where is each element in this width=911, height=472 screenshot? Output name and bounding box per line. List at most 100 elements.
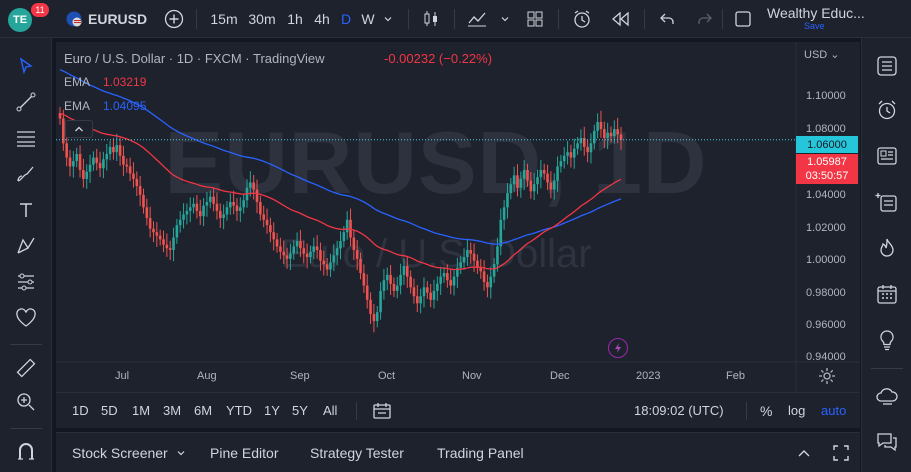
date-tick: Feb (726, 370, 745, 382)
redo-icon[interactable] (692, 0, 718, 38)
expand-panel-icon[interactable] (796, 445, 812, 464)
undo-icon[interactable] (654, 0, 680, 38)
zoom-in-icon[interactable] (12, 388, 40, 416)
candle-body (132, 173, 135, 179)
currency-selector[interactable]: USD ⌄ (804, 48, 840, 61)
magnet-icon[interactable] (12, 438, 40, 466)
candle-body (499, 219, 503, 247)
divider (722, 9, 723, 29)
hotlist-flame-icon[interactable] (873, 234, 901, 262)
range-6m[interactable]: 6M (194, 403, 212, 418)
candle-body (392, 283, 396, 291)
candle-body (135, 178, 139, 186)
pattern-icon[interactable] (12, 232, 40, 260)
candles-chart-type-icon[interactable] (418, 0, 444, 38)
tab-pine-editor[interactable]: Pine Editor (210, 445, 278, 461)
date-tick: Aug (197, 370, 217, 382)
chart-pane[interactable]: EURUSD, 1D Euro / U.S. Dollar Euro / U.S… (56, 42, 860, 392)
tab-stock-screener[interactable]: Stock Screener (72, 445, 168, 461)
range-3m[interactable]: 3M (163, 403, 181, 418)
top-toolbar: TE 11 EURUSD 15m 30m 1h 4h D W Wealthy E… (0, 0, 911, 38)
timeframe-d[interactable]: D (337, 0, 355, 38)
tab-trading-panel[interactable]: Trading Panel (437, 445, 524, 461)
price-chart[interactable] (56, 42, 860, 392)
symbol-search[interactable]: EURUSD (88, 11, 147, 27)
range-ytd[interactable]: YTD (226, 403, 252, 418)
lightning-icon[interactable] (608, 338, 628, 358)
log-scale-toggle[interactable]: log (788, 403, 805, 418)
alarm-clock-icon[interactable] (873, 96, 901, 124)
chart-settings-gear-icon[interactable] (818, 367, 836, 388)
candle-body (192, 203, 195, 208)
collapse-legend-button[interactable] (65, 120, 93, 138)
range-5d[interactable]: 5D (101, 403, 118, 418)
utc-clock[interactable]: 18:09:02 (UTC) (634, 403, 724, 418)
maximize-panel-icon[interactable] (832, 444, 850, 465)
layout-name[interactable]: Wealthy Educ... (767, 5, 865, 21)
timeframe-w[interactable]: W (358, 0, 378, 38)
candle-body (165, 244, 169, 249)
candle-body (352, 237, 356, 250)
candle-body (212, 196, 215, 204)
text-tool-icon[interactable] (12, 196, 40, 224)
percent-scale-toggle[interactable]: % (760, 403, 772, 419)
candle-body (405, 266, 409, 277)
legend-title[interactable]: Euro / U.S. Dollar · 1D · FXCM · Trading… (64, 51, 325, 66)
range-bar: 1D 5D 1M 3M 6M YTD 1Y 5Y All 18:09:02 (U… (56, 392, 860, 428)
prediction-measure-icon[interactable] (12, 268, 40, 296)
candle-body (562, 155, 566, 162)
candle-body (526, 170, 529, 181)
candle-body (489, 276, 493, 288)
chats-icon[interactable] (873, 428, 901, 456)
timeframe-4h[interactable]: 4h (310, 0, 334, 38)
range-all[interactable]: All (323, 403, 337, 418)
bottom-panel-tabs: Stock Screener Pine Editor Strategy Test… (56, 432, 860, 472)
trend-line-icon[interactable] (12, 88, 40, 116)
chevron-down-icon[interactable] (497, 0, 513, 38)
auto-scale-toggle[interactable]: auto (821, 403, 846, 418)
streams-cloud-icon[interactable] (873, 382, 901, 410)
candle-body (556, 166, 559, 181)
candle-body (229, 202, 232, 208)
news-icon[interactable] (873, 142, 901, 170)
go-to-date-icon[interactable] (372, 402, 392, 423)
calendar-icon[interactable] (873, 280, 901, 308)
ema-fast-label[interactable]: EMA (64, 75, 90, 89)
candle-body (188, 207, 192, 211)
range-1m[interactable]: 1M (132, 403, 150, 418)
range-5y[interactable]: 5Y (292, 403, 308, 418)
candle-body (395, 285, 399, 291)
indicators-icon[interactable] (464, 0, 490, 38)
timeframe-15m[interactable]: 15m (206, 0, 242, 38)
compare-add-icon[interactable] (162, 0, 186, 38)
layout-grid-icon[interactable] (522, 0, 548, 38)
watchlist-icon[interactable] (873, 52, 901, 80)
candle-body (416, 296, 419, 304)
divider (644, 9, 645, 29)
brush-icon[interactable] (12, 160, 40, 188)
fib-retracement-icon[interactable] (12, 124, 40, 152)
alert-clock-icon[interactable] (568, 0, 596, 38)
replay-icon[interactable] (606, 0, 634, 38)
candle-body (332, 255, 336, 263)
divider (10, 428, 42, 429)
date-tick: Sep (290, 370, 310, 382)
ideas-lightbulb-icon[interactable] (873, 326, 901, 354)
fullscreen-square-icon[interactable] (730, 0, 756, 38)
cursor-icon[interactable] (12, 52, 40, 80)
chevron-down-icon[interactable] (380, 0, 396, 38)
date-tick: Oct (378, 370, 396, 382)
range-1d[interactable]: 1D (72, 403, 89, 418)
candle-body (436, 283, 439, 291)
tradingview-logo[interactable]: TE (8, 8, 32, 32)
timeframe-30m[interactable]: 30m (244, 0, 280, 38)
chevron-down-icon[interactable] (176, 446, 186, 461)
timeframe-1h[interactable]: 1h (283, 0, 307, 38)
range-1y[interactable]: 1Y (264, 403, 280, 418)
ruler-icon[interactable] (12, 354, 40, 382)
add-list-icon[interactable] (873, 188, 901, 216)
ema-slow-label[interactable]: EMA (64, 99, 90, 113)
tab-strategy-tester[interactable]: Strategy Tester (310, 445, 404, 461)
favorite-heart-icon[interactable] (12, 304, 40, 332)
save-button[interactable]: Save (804, 21, 825, 31)
